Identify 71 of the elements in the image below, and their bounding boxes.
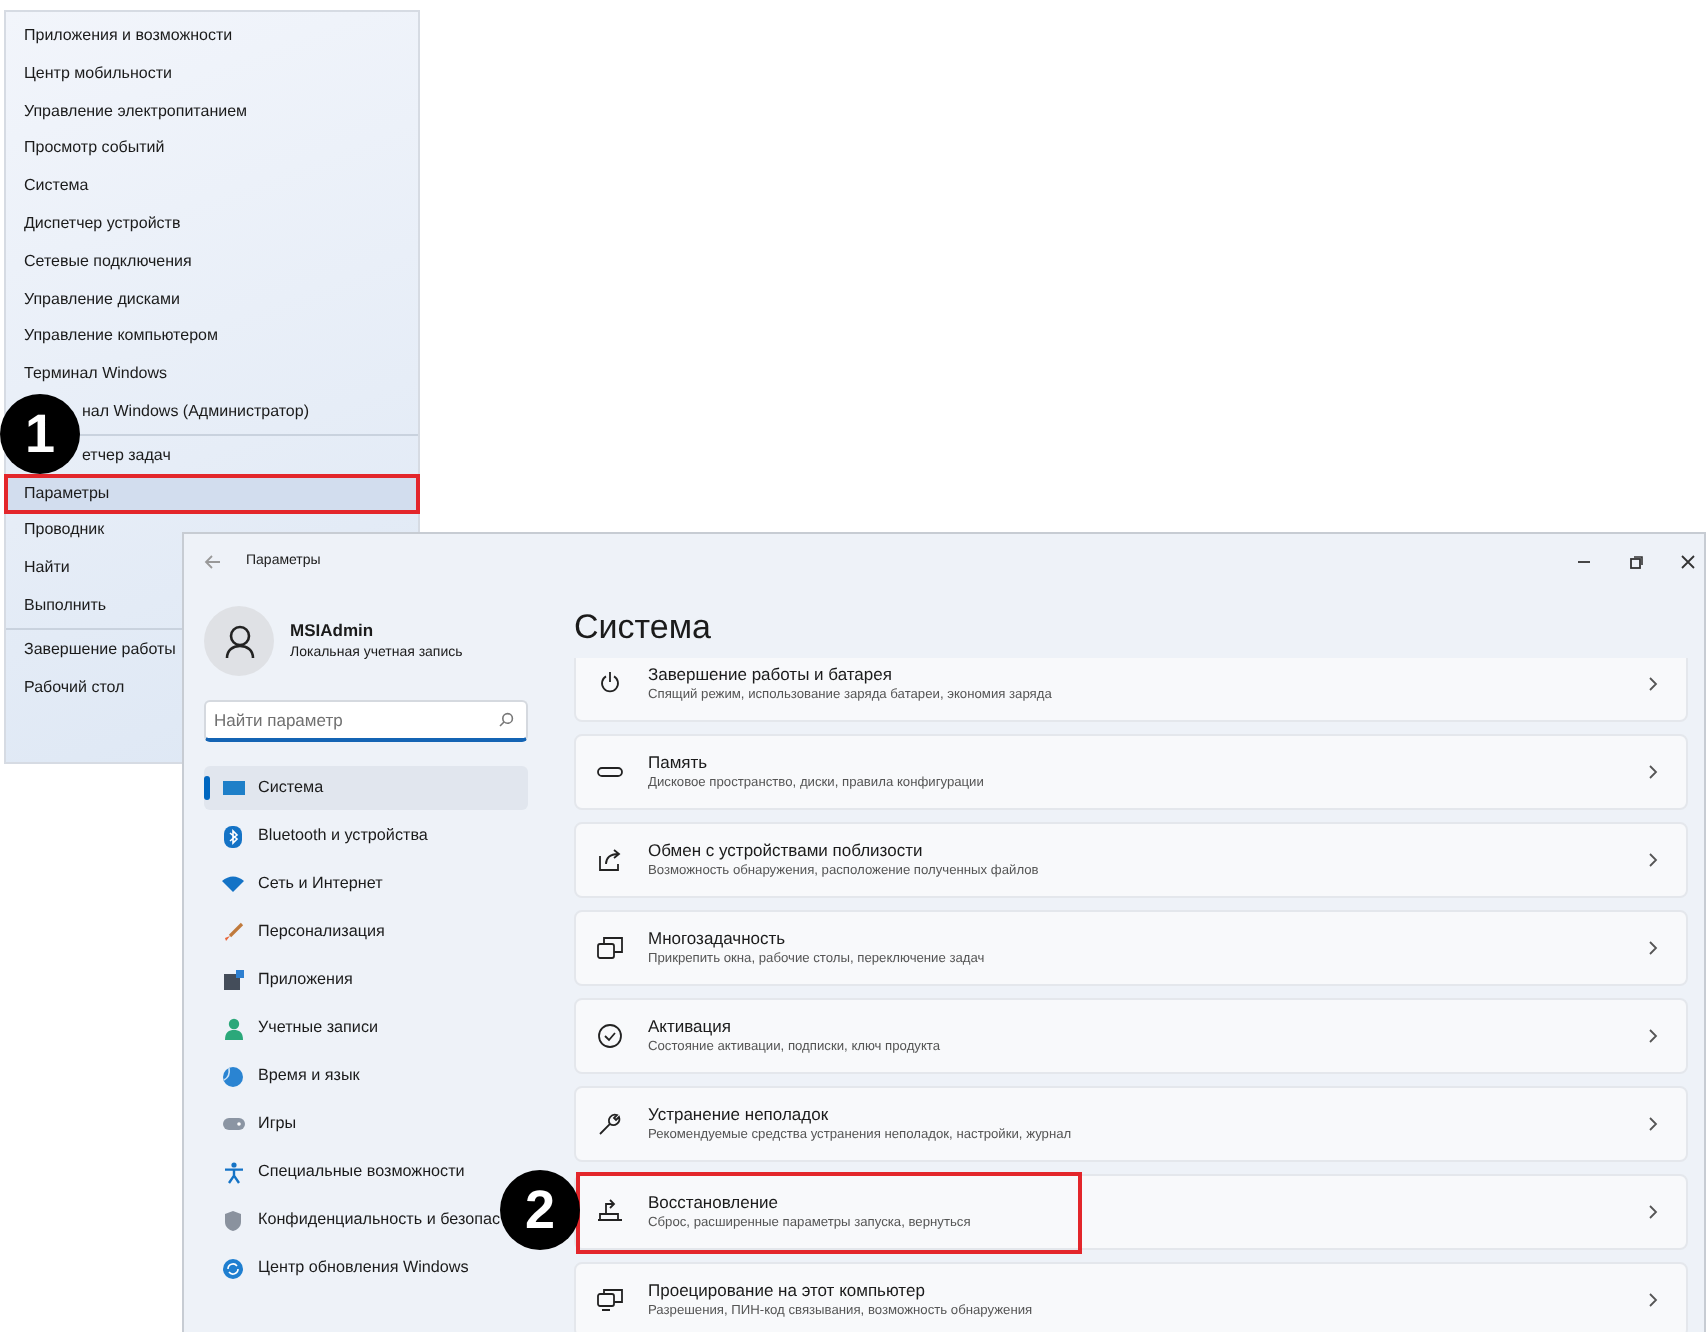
bluetooth-icon [224,825,242,847]
chevron-right-icon [1648,675,1658,692]
wifi-icon [222,876,244,892]
nav-item[interactable]: Игры [204,1102,303,1146]
multitask-icon [596,934,624,962]
menu-item[interactable]: Выполнить [6,587,111,626]
menu-item[interactable]: Рабочий стол [6,669,129,707]
card-title: Активация [648,1016,733,1038]
menu-item[interactable]: Параметры [6,475,418,513]
selection-indicator [204,776,210,800]
account-name: MSIAdmin [290,617,376,644]
nav-item[interactable]: Приложения [204,958,359,1002]
update-icon [222,1257,244,1279]
menu-item[interactable]: Найти [6,550,74,588]
card-title: Обмен с устройствами поблизости [648,840,925,862]
page-title: Система [574,606,713,650]
chevron-right-icon [1648,939,1658,956]
menu-item[interactable]: етчер задач [78,437,175,476]
nav-item[interactable]: Персонализация [204,910,391,954]
menu-item[interactable]: Управление дисками [6,281,184,319]
wrench-icon [596,1110,624,1138]
chevron-right-icon [1648,1027,1658,1044]
recovery-icon [596,1198,624,1226]
share-icon [596,846,624,874]
menu-item[interactable]: Терминал Windows [6,356,172,394]
power-icon [596,670,624,698]
menu-item[interactable]: Управление электропитанием [6,93,252,131]
menu-item[interactable]: Система [6,168,93,206]
search-icon [498,712,514,728]
menu-item[interactable]: Приложения и возможности [6,18,237,56]
chevron-right-icon [1648,763,1658,780]
nav-item[interactable]: Учетные записи [204,1006,385,1050]
chevron-right-icon [1648,1203,1658,1220]
card-title: Завершение работы и батарея [648,664,894,686]
card-title: Восстановление [648,1192,781,1214]
chevron-right-icon [1648,1291,1658,1308]
check-circle-icon [596,1022,624,1050]
card-title: Многозадачность [648,928,788,950]
menu-item[interactable]: Управление компьютером [6,318,222,357]
restore-icon [1628,554,1644,570]
display-icon [221,780,245,796]
shield-icon [224,1209,242,1231]
brush-icon [223,922,243,942]
nav-item[interactable]: Центр обновления Windows [204,1246,475,1290]
back-arrow-icon [204,554,222,570]
projection-icon [596,1286,624,1314]
menu-item[interactable]: Диспетчер устройств [6,205,185,244]
menu-item[interactable]: Проводник [6,512,109,551]
nav-item[interactable]: Система [204,766,528,810]
close-icon [1680,554,1696,570]
menu-item[interactable]: Сетевые подключения [6,243,196,282]
person-icon [223,1017,243,1039]
nav-item[interactable]: Время и язык [204,1054,366,1098]
globe-icon [222,1065,244,1087]
search-field[interactable]: Найти параметр [204,700,528,742]
accessibility-icon [223,1161,243,1183]
person-icon [223,623,255,659]
menu-item[interactable]: нал Windows (Администратор) [78,393,313,432]
card-title: Проецирование на этот компьютер [648,1280,927,1302]
menu-item[interactable]: Центр мобильности [6,55,176,94]
nav-item[interactable]: Bluetooth и устройства [204,814,434,858]
menu-item[interactable]: Просмотр событий [6,130,169,169]
gamepad-icon [221,1116,245,1132]
apps-icon [223,970,243,990]
chevron-right-icon [1648,1115,1658,1132]
card-title: Устранение неполадок [648,1104,831,1126]
chevron-right-icon [1648,851,1658,868]
menu-item[interactable]: Завершение работы [6,631,180,670]
card-title: Память [648,752,710,774]
nav-item[interactable]: Специальные возможности [204,1150,471,1194]
nav-item[interactable]: Сеть и Интернет [204,862,389,906]
